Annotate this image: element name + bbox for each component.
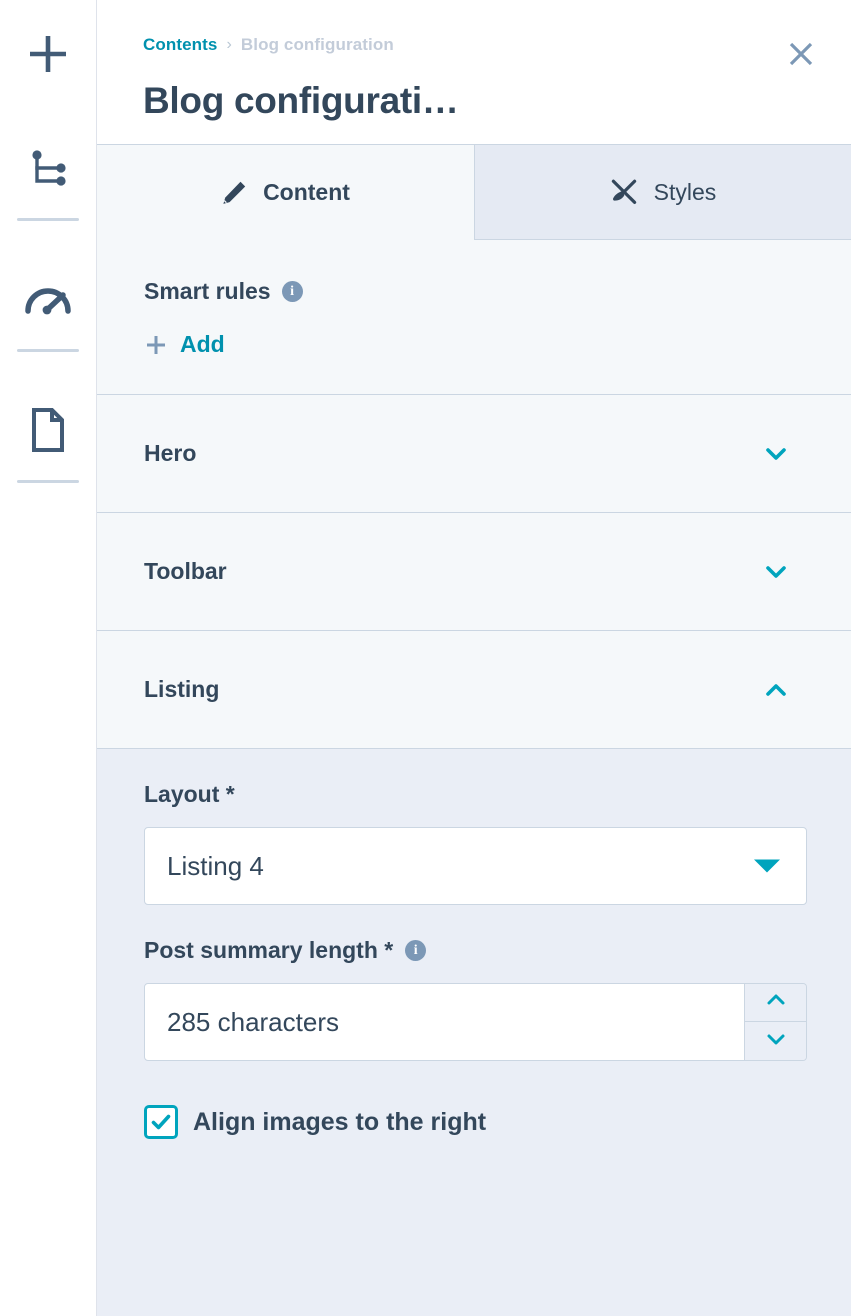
- close-icon: [786, 39, 816, 74]
- accordion-toolbar[interactable]: Toolbar: [97, 513, 851, 631]
- close-button[interactable]: [784, 39, 818, 73]
- document-icon: [29, 407, 67, 453]
- breadcrumb-separator: ›: [226, 36, 232, 53]
- add-smart-rule-button[interactable]: Add: [144, 331, 225, 358]
- checkmark-icon: [150, 1111, 172, 1133]
- pencil-icon: [221, 180, 247, 206]
- layout-label: Layout *: [144, 781, 235, 807]
- rail-divider-1: [17, 218, 79, 221]
- post-summary-length-input[interactable]: 285 characters: [144, 983, 745, 1061]
- smart-rules-label-row: Smart rules i: [144, 278, 851, 305]
- post-summary-length-label: Post summary length *: [144, 937, 394, 963]
- breadcrumb: Contents › Blog configuration: [143, 34, 851, 56]
- info-icon[interactable]: i: [405, 940, 427, 961]
- chevron-down-icon[interactable]: [761, 557, 791, 587]
- plus-icon: [25, 31, 71, 77]
- caret-down-icon: [754, 859, 780, 873]
- info-icon[interactable]: i: [281, 281, 303, 302]
- breadcrumb-link-contents[interactable]: Contents: [143, 35, 217, 55]
- post-summary-length-value: 285 characters: [167, 1006, 339, 1037]
- breadcrumb-current: Blog configuration: [240, 35, 394, 54]
- editor-window: Contents › Blog configuration Blog confi…: [0, 0, 851, 1316]
- accordion-toolbar-title: Toolbar: [144, 558, 227, 584]
- sidebar-item-optimization[interactable]: [12, 263, 84, 335]
- sidebar-item-page-document[interactable]: [12, 394, 84, 466]
- stepper-increment-button[interactable]: [745, 984, 806, 1022]
- chevron-down-icon[interactable]: [761, 439, 791, 469]
- chevron-up-icon: [765, 989, 787, 1016]
- layout-select-value: Listing 4: [167, 850, 264, 881]
- tab-content[interactable]: Content: [97, 145, 474, 240]
- hierarchy-tree-icon: [28, 148, 68, 188]
- page-title: Blog configurati…: [143, 80, 459, 121]
- stepper-decrement-button[interactable]: [745, 1022, 806, 1060]
- panel-header: Contents › Blog configuration Blog confi…: [97, 0, 851, 144]
- field-layout: Layout * Listing 4: [144, 781, 810, 905]
- accordion-hero-title: Hero: [144, 440, 197, 466]
- post-summary-length-label-row: Post summary length * i: [144, 937, 810, 964]
- left-icon-rail: [0, 0, 97, 1316]
- panel-tabs: Content Styles: [97, 144, 851, 240]
- sidebar-item-content-tree[interactable]: [12, 132, 84, 204]
- paintbrush-icon: [610, 178, 638, 206]
- gauge-icon: [24, 279, 72, 319]
- layout-label-row: Layout *: [144, 781, 810, 808]
- accordion-hero[interactable]: Hero: [97, 395, 851, 513]
- tab-styles-label: Styles: [653, 178, 717, 205]
- add-smart-rule-label: Add: [180, 331, 225, 357]
- inspector-panel: Contents › Blog configuration Blog confi…: [97, 0, 851, 1316]
- rail-divider-3: [17, 480, 79, 483]
- tab-styles[interactable]: Styles: [474, 145, 851, 240]
- align-images-checkbox-row[interactable]: Align images to the right: [144, 1105, 486, 1139]
- chevron-down-icon: [765, 1028, 787, 1055]
- accordion-listing-title: Listing: [144, 676, 220, 702]
- field-post-summary-length: Post summary length * i 285 characters: [144, 937, 810, 1061]
- plus-icon: [144, 333, 168, 357]
- post-summary-length-stepper: 285 characters: [144, 983, 807, 1061]
- accordion-listing[interactable]: Listing: [97, 631, 851, 749]
- smart-rules-label: Smart rules: [144, 278, 271, 304]
- rail-divider-2: [17, 349, 79, 352]
- smart-rules-section: Smart rules i Add: [97, 240, 851, 395]
- align-images-checkbox[interactable]: [144, 1105, 178, 1139]
- sidebar-item-add[interactable]: [12, 18, 84, 90]
- chevron-up-icon[interactable]: [761, 675, 791, 705]
- tab-content-label: Content: [263, 179, 350, 205]
- stepper-buttons: [745, 983, 807, 1061]
- align-images-label: Align images to the right: [193, 1107, 487, 1136]
- layout-select[interactable]: Listing 4: [144, 827, 807, 905]
- listing-section-body: Layout * Listing 4 Post summary length *…: [97, 749, 851, 1316]
